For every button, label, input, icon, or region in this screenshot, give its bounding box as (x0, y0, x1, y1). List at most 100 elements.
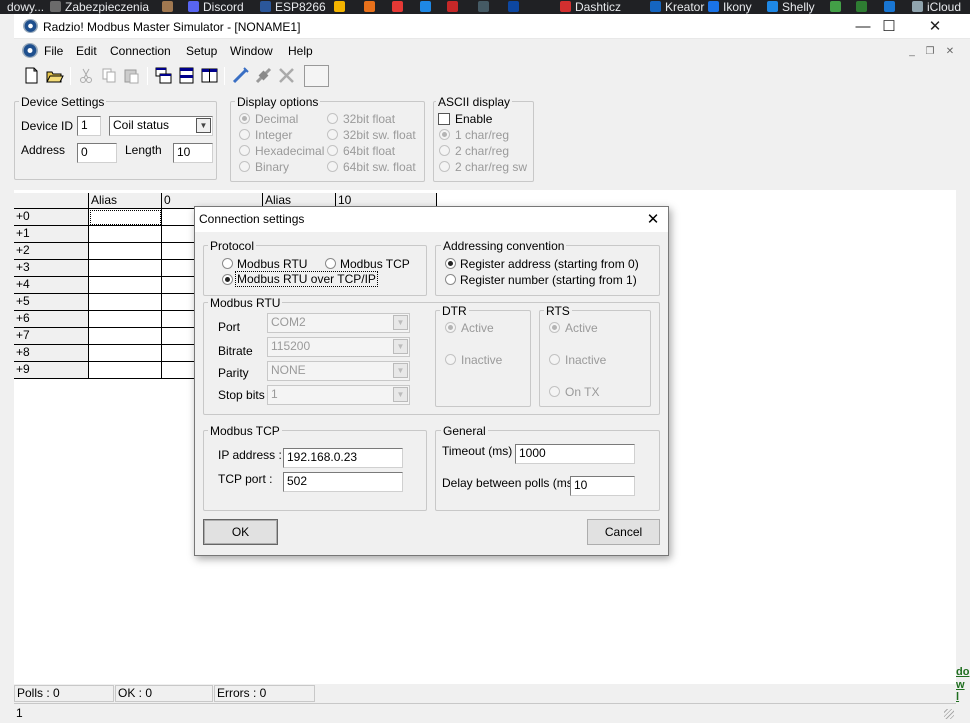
menu-setup[interactable]: Setup (186, 44, 217, 58)
grid-cell-alias[interactable] (89, 277, 162, 294)
bookmark-item[interactable]: ESP8266 (260, 0, 326, 14)
tile-horizontal-icon[interactable] (177, 66, 196, 85)
maximize-button[interactable]: ☐ (866, 14, 912, 39)
rts-active-radio[interactable] (549, 322, 560, 333)
menu-file[interactable]: File (44, 44, 63, 58)
disconnect-icon[interactable] (254, 66, 273, 85)
modbus-rtu-radio[interactable] (222, 258, 233, 269)
tcp-port-field[interactable]: 502 (283, 472, 403, 492)
bookmark-item[interactable] (508, 0, 523, 14)
bookmark-item[interactable] (884, 0, 899, 14)
right-edge-link[interactable]: do w l (956, 660, 970, 703)
modbus-rtu-label[interactable]: Modbus RTU (237, 257, 307, 271)
open-folder-icon[interactable] (45, 66, 64, 85)
modbus-tcp-radio[interactable] (325, 258, 336, 269)
mdi-child-icon[interactable] (22, 43, 38, 58)
bookmark-item[interactable] (830, 0, 845, 14)
bitrate-select[interactable]: 115200 ▼ (267, 337, 410, 357)
port-select[interactable]: COM2 ▼ (267, 313, 410, 333)
device-id-field[interactable]: 1 (77, 116, 101, 136)
hexadecimal-radio[interactable] (239, 145, 250, 156)
chevron-down-icon[interactable]: ▼ (393, 363, 408, 378)
tools-icon[interactable] (277, 66, 296, 85)
bookmark-item[interactable] (420, 0, 435, 14)
ip-address-field[interactable]: 192.168.0.23 (283, 448, 403, 468)
bookmark-item[interactable]: Dashticz (560, 0, 621, 14)
register-type-select[interactable]: Coil status ▼ (109, 116, 213, 136)
delay-field[interactable]: 10 (570, 476, 635, 496)
register-address-radio[interactable] (445, 258, 456, 269)
menu-help[interactable]: Help (288, 44, 313, 58)
copy-icon[interactable] (100, 66, 119, 85)
float64-sw-radio[interactable] (327, 161, 338, 172)
float32-sw-radio[interactable] (327, 129, 338, 140)
register-address-label[interactable]: Register address (starting from 0) (460, 257, 639, 271)
ascii-2char-radio[interactable] (439, 145, 450, 156)
bookmark-item[interactable]: Zabezpieczenia (50, 0, 149, 14)
grid-cell-alias[interactable] (89, 226, 162, 243)
resize-grip-icon[interactable] (944, 709, 954, 719)
grid-cell-alias[interactable] (89, 209, 162, 226)
register-number-radio[interactable] (445, 274, 456, 285)
timeout-field[interactable]: 1000 (515, 444, 635, 464)
blank-button[interactable] (304, 65, 329, 87)
cascade-windows-icon[interactable] (154, 66, 173, 85)
bookmark-item[interactable] (478, 0, 493, 14)
integer-radio[interactable] (239, 129, 250, 140)
modbus-rtu-over-tcp-label[interactable]: Modbus RTU over TCP/IP (235, 271, 378, 287)
grid-cell-alias[interactable] (89, 260, 162, 277)
tile-vertical-icon[interactable] (200, 66, 219, 85)
mdi-close-button[interactable]: ✕ (942, 45, 958, 58)
decimal-radio[interactable] (239, 113, 250, 124)
ascii-enable-checkbox[interactable] (438, 113, 450, 125)
grid-cell-alias[interactable] (89, 294, 162, 311)
connect-icon[interactable] (231, 66, 250, 85)
length-field[interactable]: 10 (173, 143, 213, 163)
grid-cell-alias[interactable] (89, 328, 162, 345)
chevron-down-icon[interactable]: ▼ (393, 387, 408, 402)
bookmark-item[interactable]: iCloud (912, 0, 961, 14)
ok-button[interactable]: OK (203, 519, 278, 545)
modbus-rtu-over-tcp-radio[interactable] (222, 274, 233, 285)
ascii-1char-radio[interactable] (439, 129, 450, 140)
grid-cell-alias[interactable] (89, 345, 162, 362)
mdi-minimize-button[interactable]: _ (904, 45, 920, 58)
grid-cell-alias[interactable] (89, 362, 162, 379)
bookmark-item[interactable]: Shelly (767, 0, 815, 14)
menu-edit[interactable]: Edit (76, 44, 97, 58)
modbus-tcp-label[interactable]: Modbus TCP (340, 257, 410, 271)
chevron-down-icon[interactable]: ▼ (393, 339, 408, 354)
chevron-down-icon[interactable]: ▼ (393, 315, 408, 330)
close-window-button[interactable]: ✕ (912, 14, 958, 39)
binary-radio[interactable] (239, 161, 250, 172)
bookmark-item[interactable]: Discord (188, 0, 244, 14)
dialog-close-button[interactable]: ✕ (641, 210, 665, 230)
bookmark-item[interactable]: Kreator (650, 0, 704, 14)
dtr-inactive-radio[interactable] (445, 354, 456, 365)
stopbits-select[interactable]: 1 ▼ (267, 385, 410, 405)
ascii-2char-sw-radio[interactable] (439, 161, 450, 172)
float32-radio[interactable] (327, 113, 338, 124)
bookmark-item[interactable]: dowy... (0, 0, 44, 14)
new-file-icon[interactable] (22, 66, 41, 85)
parity-select[interactable]: NONE ▼ (267, 361, 410, 381)
register-number-label[interactable]: Register number (starting from 1) (460, 273, 637, 287)
bookmark-item[interactable] (447, 0, 462, 14)
dtr-active-radio[interactable] (445, 322, 456, 333)
address-field[interactable]: 0 (77, 143, 117, 163)
bookmark-item[interactable] (856, 0, 871, 14)
float64-radio[interactable] (327, 145, 338, 156)
menu-window[interactable]: Window (230, 44, 273, 58)
bookmark-item[interactable]: Ikony (708, 0, 752, 14)
rts-ontx-radio[interactable] (549, 386, 560, 397)
mdi-restore-button[interactable]: ❐ (922, 45, 938, 58)
bookmark-item[interactable] (364, 0, 379, 14)
grid-cell-alias[interactable] (89, 243, 162, 260)
cancel-button[interactable]: Cancel (587, 519, 660, 545)
bookmark-item[interactable] (392, 0, 407, 14)
menu-connection[interactable]: Connection (110, 44, 171, 58)
grid-cell-alias[interactable] (89, 311, 162, 328)
bookmark-item[interactable] (162, 0, 177, 14)
bookmark-item[interactable] (334, 0, 349, 14)
chevron-down-icon[interactable]: ▼ (196, 118, 211, 133)
